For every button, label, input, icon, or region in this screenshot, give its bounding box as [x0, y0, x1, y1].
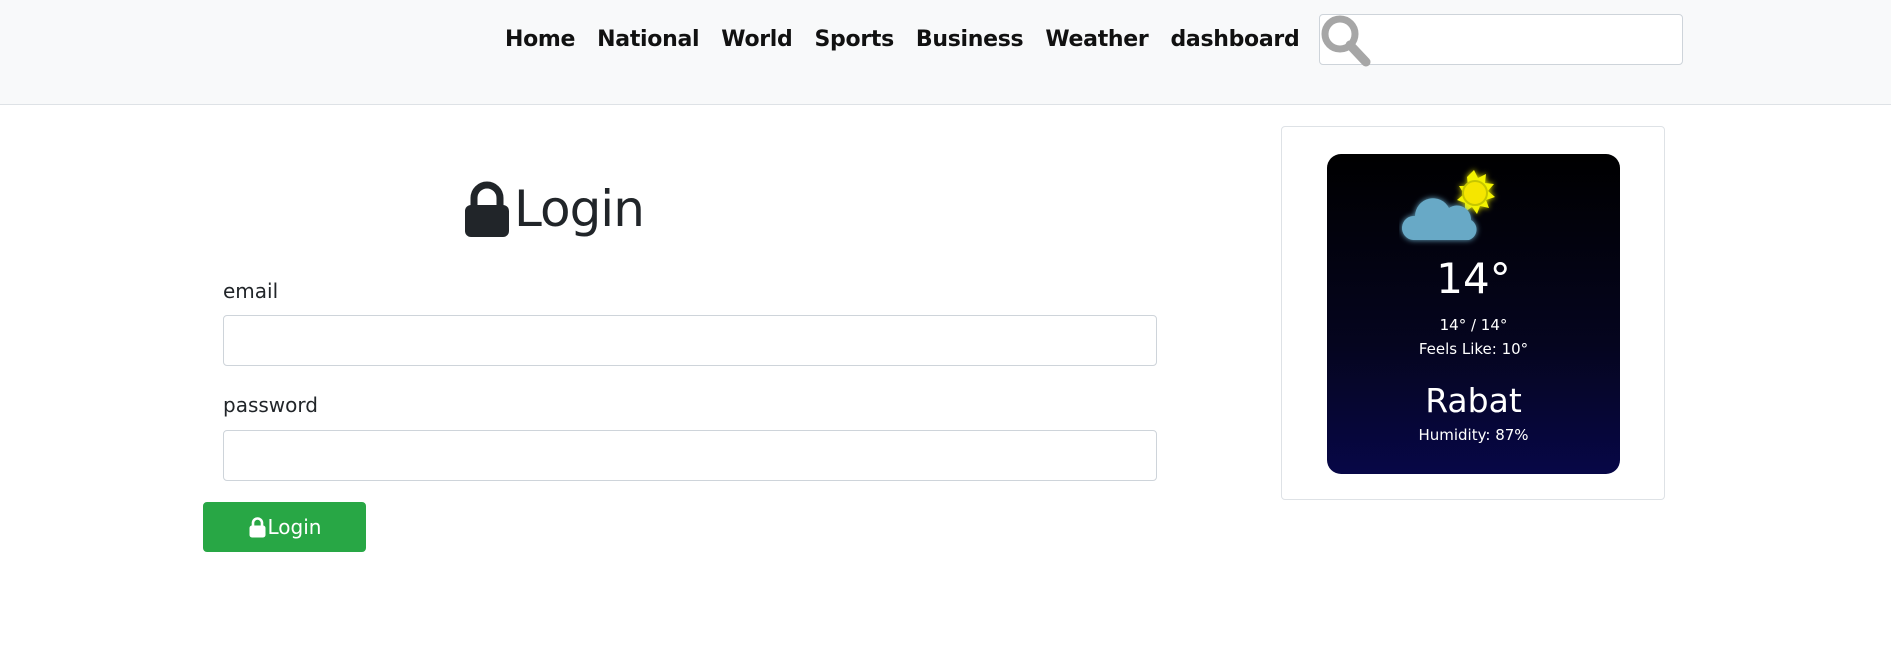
search-icon[interactable] — [1318, 12, 1374, 68]
weather-city: Rabat — [1425, 381, 1522, 420]
weather-humidity: Humidity: 87% — [1418, 426, 1529, 444]
nav-link-weather[interactable]: Weather — [1045, 22, 1148, 58]
top-navbar: Home National World Sports Business Weat… — [0, 0, 1891, 105]
nav-link-business[interactable]: Business — [916, 22, 1024, 58]
lock-icon — [249, 517, 266, 538]
login-button-label: Login — [267, 515, 322, 539]
search-input[interactable] — [1374, 16, 1679, 62]
password-field[interactable] — [223, 430, 1157, 481]
weather-temp-range: 14° / 14° — [1439, 316, 1508, 334]
nav-link-sports[interactable]: Sports — [815, 22, 895, 58]
email-label: email — [223, 279, 279, 303]
login-button[interactable]: Login — [203, 502, 366, 552]
page-title-text: Login — [514, 180, 645, 238]
email-field[interactable] — [223, 315, 1157, 366]
nav-link-home[interactable]: Home — [505, 22, 575, 58]
page-title: Login — [462, 176, 645, 242]
main-nav: Home National World Sports Business Weat… — [505, 22, 1321, 58]
nav-link-national[interactable]: National — [597, 22, 699, 58]
password-label: password — [223, 393, 318, 417]
nav-link-dashboard[interactable]: dashboard — [1170, 22, 1299, 58]
weather-card: 14° 14° / 14° Feels Like: 10° Rabat Humi… — [1327, 154, 1620, 474]
lock-icon — [465, 181, 509, 237]
partly-cloudy-icon — [1401, 170, 1495, 240]
weather-temperature: 14° — [1436, 254, 1511, 303]
weather-feels-like: Feels Like: 10° — [1418, 340, 1529, 358]
nav-link-world[interactable]: World — [721, 22, 793, 58]
